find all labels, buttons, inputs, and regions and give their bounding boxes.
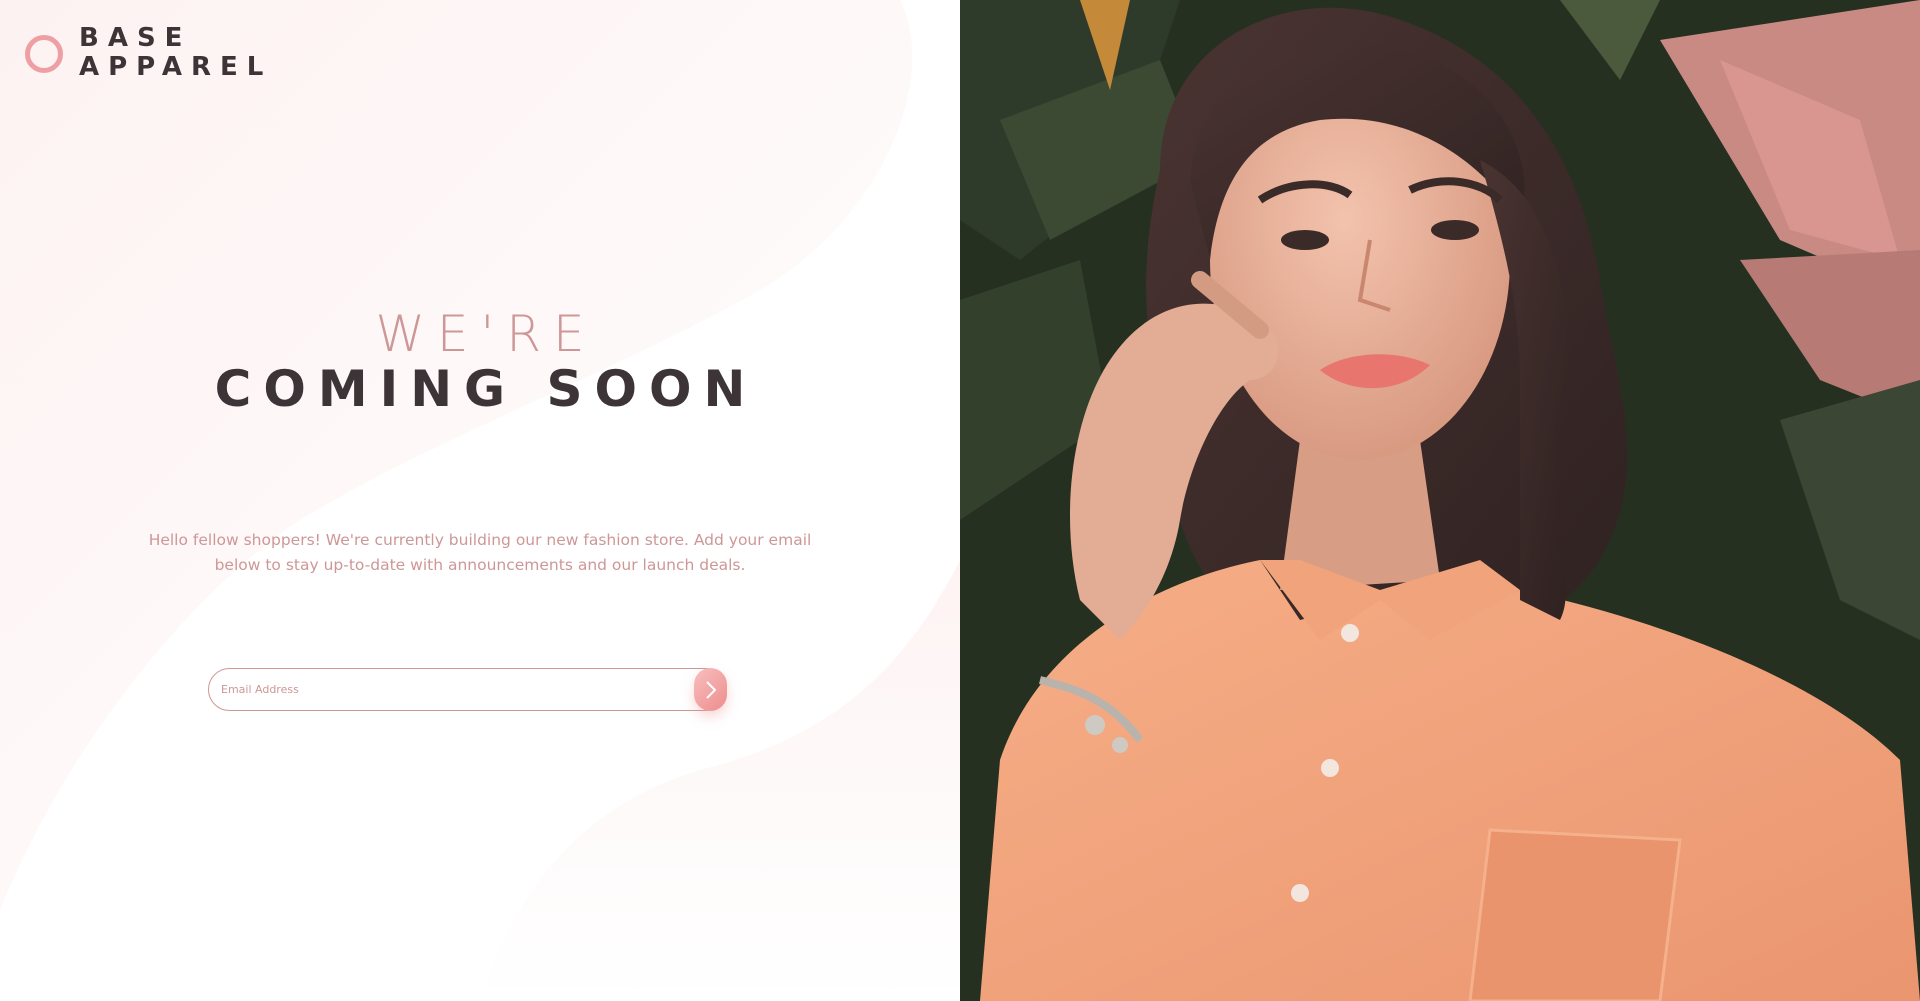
hero-photo xyxy=(960,0,1920,1001)
arrow-right-icon xyxy=(705,680,716,699)
submit-button[interactable] xyxy=(694,668,727,711)
brand-line-1: BASE xyxy=(79,23,192,53)
coming-soon-page: BASE APPAREL WE'RE COMING SOON Hello fel… xyxy=(0,0,1920,1001)
intro-text: Hello fellow shoppers! We're currently b… xyxy=(148,531,812,574)
page-title: WE'RE COMING SOON xyxy=(0,305,960,419)
logo-ring-icon xyxy=(25,35,63,73)
email-signup-form xyxy=(208,668,727,711)
title-bold: COMING SOON xyxy=(214,360,758,418)
content-panel: BASE APPAREL WE'RE COMING SOON Hello fel… xyxy=(0,0,960,1001)
title-light: WE'RE xyxy=(375,305,597,363)
brand-line-2: APPAREL xyxy=(79,52,273,82)
hero-image-panel xyxy=(960,0,1920,1001)
brand-name: BASE APPAREL xyxy=(79,24,272,82)
background-pattern xyxy=(0,0,960,1001)
brand-logo[interactable]: BASE APPAREL xyxy=(25,24,272,82)
email-field[interactable] xyxy=(208,668,727,711)
